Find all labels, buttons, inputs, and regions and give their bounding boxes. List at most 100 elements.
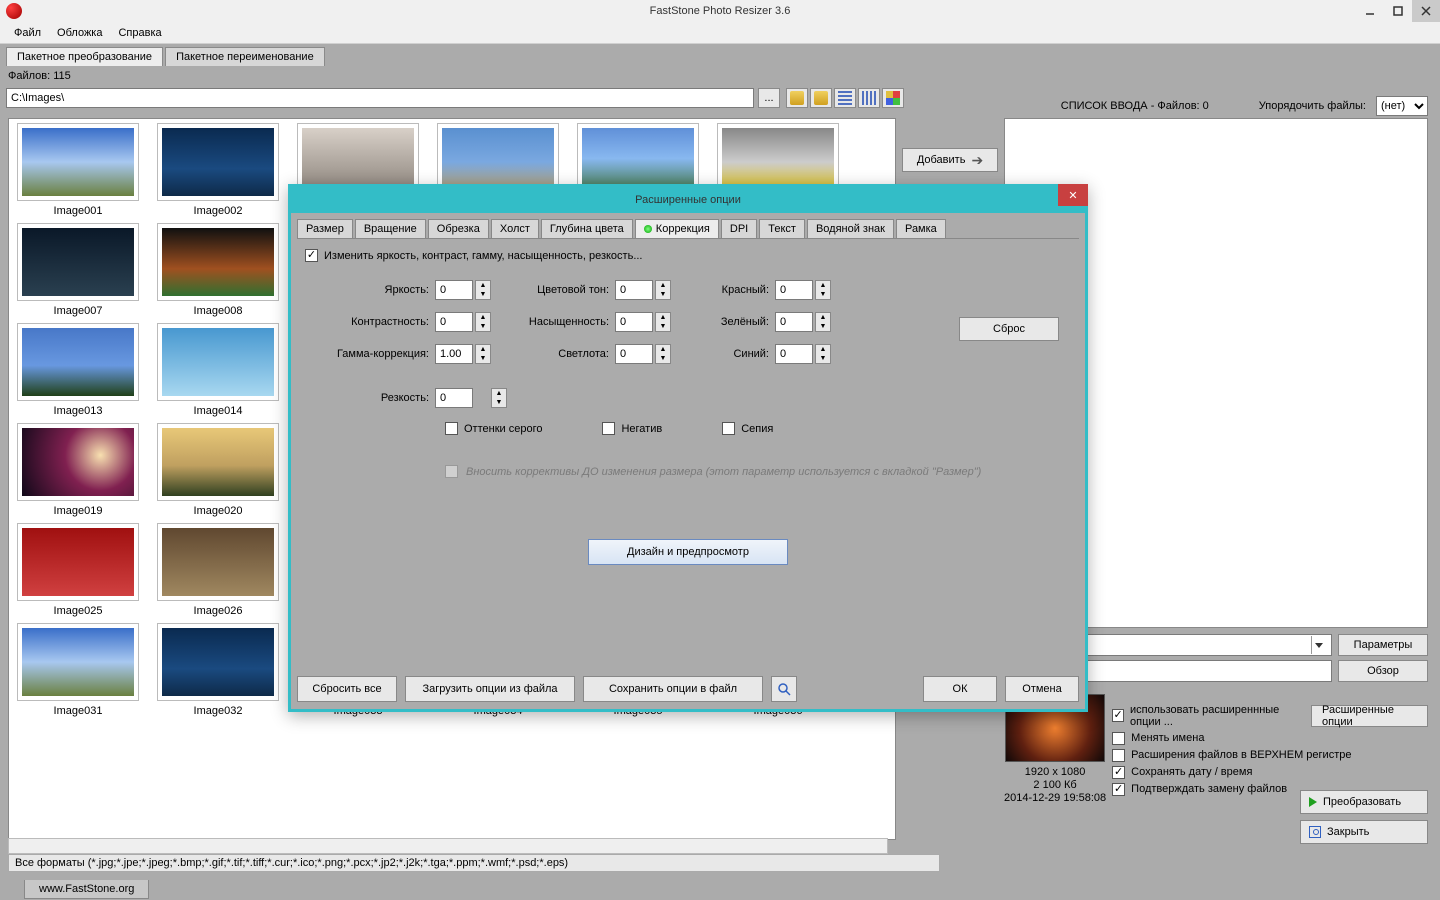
thumb-item[interactable]: Image002 [153, 123, 283, 217]
website-link[interactable]: www.FastStone.org [24, 880, 149, 899]
menu-help[interactable]: Справка [112, 25, 167, 41]
dialog-tab-7[interactable]: Текст [759, 219, 805, 238]
save-options-button[interactable]: Сохранить опции в файл [583, 676, 763, 702]
contrast-input[interactable] [435, 312, 473, 332]
browse-folder-button[interactable]: ... [758, 88, 780, 108]
contrast-spinner[interactable]: ▲▼ [475, 312, 491, 332]
lightness-input[interactable] [615, 344, 653, 364]
convert-button[interactable]: Преобразовать [1300, 790, 1428, 814]
gamma-spinner[interactable]: ▲▼ [475, 344, 491, 364]
cancel-button[interactable]: Отмена [1005, 676, 1079, 702]
thumb-label: Image014 [194, 405, 243, 417]
thumb-item[interactable]: Image019 [13, 423, 143, 517]
ok-button[interactable]: ОК [923, 676, 997, 702]
dialog-tab-3[interactable]: Холст [491, 219, 539, 238]
dialog-close-button[interactable]: ✕ [1058, 184, 1088, 206]
dialog-tab-8[interactable]: Водяной знак [807, 219, 894, 238]
tab-batch-rename[interactable]: Пакетное переименование [165, 47, 325, 66]
thumb-label: Image001 [54, 205, 103, 217]
dialog-tab-6[interactable]: DPI [721, 219, 757, 238]
lightness-spinner[interactable]: ▲▼ [655, 344, 671, 364]
browse-output-button[interactable]: Обзор [1338, 660, 1428, 682]
design-preview-button[interactable]: Дизайн и предпросмотр [588, 539, 788, 565]
dialog-tab-5[interactable]: Коррекция [635, 219, 719, 238]
grayscale-checkbox[interactable] [445, 422, 458, 435]
uppercase-ext-checkbox[interactable] [1112, 749, 1125, 762]
negative-checkbox[interactable] [602, 422, 615, 435]
blue-spinner[interactable]: ▲▼ [815, 344, 831, 364]
menu-file[interactable]: Файл [8, 25, 47, 41]
brightness-spinner[interactable]: ▲▼ [475, 280, 491, 300]
thumb-item[interactable]: Image013 [13, 323, 143, 417]
rename-checkbox[interactable] [1112, 732, 1125, 745]
saturation-input[interactable] [615, 312, 653, 332]
keep-date-checkbox[interactable] [1112, 766, 1125, 779]
dialog-tab-4[interactable]: Глубина цвета [541, 219, 633, 238]
advanced-options-dialog: Расширенные опции ✕ РазмерВращениеОбрезк… [288, 184, 1088, 712]
thumb-item[interactable]: Image026 [153, 523, 283, 617]
confirm-overwrite-checkbox[interactable] [1112, 783, 1125, 796]
menu-skin[interactable]: Обложка [51, 25, 108, 41]
thumb-label: Image008 [194, 305, 243, 317]
view-details-icon[interactable] [858, 88, 880, 108]
thumb-label: Image007 [54, 305, 103, 317]
brightness-input[interactable] [435, 280, 473, 300]
sharpness-input[interactable] [435, 388, 473, 408]
blue-input[interactable] [775, 344, 813, 364]
thumb-h-scrollbar[interactable] [8, 838, 888, 854]
preview-info: 1920 x 1080 2 100 Кб 2014-12-29 19:58:08 [1004, 766, 1106, 805]
dialog-tab-0[interactable]: Размер [297, 219, 353, 238]
red-spinner[interactable]: ▲▼ [815, 280, 831, 300]
reset-button[interactable]: Сброс [959, 317, 1059, 341]
thumb-item[interactable]: Image001 [13, 123, 143, 217]
dialog-tab-9[interactable]: Рамка [896, 219, 946, 238]
input-list-header: СПИСОК ВВОДА - Файлов: 0 Упорядочить фай… [1061, 96, 1428, 116]
dialog-tab-2[interactable]: Обрезка [428, 219, 489, 238]
hue-input[interactable] [615, 280, 653, 300]
thumb-item[interactable]: Image008 [153, 223, 283, 317]
close-button[interactable] [1412, 0, 1440, 22]
view-thumbs-icon[interactable] [882, 88, 904, 108]
thumb-item[interactable]: Image031 [13, 623, 143, 717]
thumb-item[interactable]: Image007 [13, 223, 143, 317]
tab-batch-convert[interactable]: Пакетное преобразование [6, 47, 163, 66]
files-count-label: Файлов: 115 [0, 66, 1440, 86]
dialog-titlebar[interactable]: Расширенные опции ✕ [291, 187, 1085, 213]
sharpness-spinner[interactable]: ▲▼ [491, 388, 507, 408]
main-tabbar: Пакетное преобразование Пакетное переиме… [0, 44, 1440, 66]
menubar: Файл Обложка Справка [0, 22, 1440, 44]
params-button[interactable]: Параметры [1338, 634, 1428, 656]
thumb-item[interactable]: Image032 [153, 623, 283, 717]
enable-adjustments-checkbox[interactable] [305, 249, 318, 262]
app-title: FastStone Photo Resizer 3.6 [650, 5, 791, 17]
refresh-icon[interactable] [810, 88, 832, 108]
close-app-button[interactable]: Закрыть [1300, 820, 1428, 844]
advanced-options-button[interactable]: Расширенные опции [1311, 705, 1428, 727]
thumb-item[interactable]: Image014 [153, 323, 283, 417]
thumb-item[interactable]: Image020 [153, 423, 283, 517]
folder-up-icon[interactable] [786, 88, 808, 108]
sort-select[interactable]: (нет) [1376, 96, 1428, 116]
red-input[interactable] [775, 280, 813, 300]
view-list-icon[interactable] [834, 88, 856, 108]
minimize-button[interactable] [1356, 0, 1384, 22]
path-input[interactable] [6, 88, 754, 108]
thumb-label: Image031 [54, 705, 103, 717]
preview-zoom-button[interactable] [771, 676, 797, 702]
green-spinner[interactable]: ▲▼ [815, 312, 831, 332]
thumb-label: Image019 [54, 505, 103, 517]
hue-spinner[interactable]: ▲▼ [655, 280, 671, 300]
before-resize-checkbox [445, 465, 458, 478]
sepia-checkbox[interactable] [722, 422, 735, 435]
dialog-tab-1[interactable]: Вращение [355, 219, 426, 238]
gamma-input[interactable] [435, 344, 473, 364]
load-options-button[interactable]: Загрузить опции из файла [405, 676, 575, 702]
saturation-spinner[interactable]: ▲▼ [655, 312, 671, 332]
thumb-label: Image013 [54, 405, 103, 417]
thumb-item[interactable]: Image025 [13, 523, 143, 617]
advanced-options-checkbox[interactable] [1112, 709, 1124, 722]
green-input[interactable] [775, 312, 813, 332]
maximize-button[interactable] [1384, 0, 1412, 22]
reset-all-button[interactable]: Сбросить все [297, 676, 397, 702]
add-button[interactable]: Добавить➔ [902, 148, 998, 172]
